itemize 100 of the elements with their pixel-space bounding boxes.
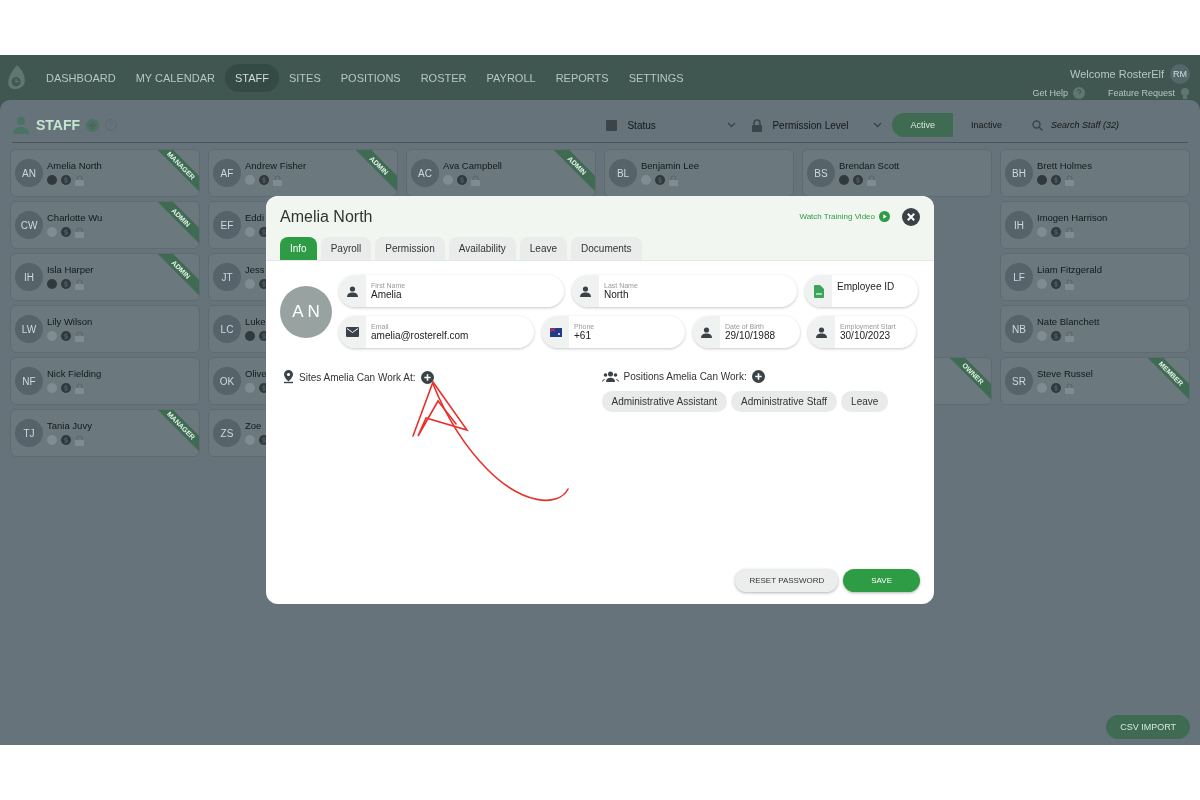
play-icon[interactable] bbox=[879, 211, 890, 222]
search-field[interactable]: Search Staff (32) bbox=[1051, 115, 1182, 135]
nav-item[interactable]: POSITIONS bbox=[330, 63, 411, 92]
dialog-title: Amelia North bbox=[280, 207, 374, 226]
status-toggle-option[interactable]: Inactive bbox=[952, 113, 1020, 137]
position-chip[interactable]: Leave bbox=[841, 391, 889, 412]
staff-avatar: CW bbox=[15, 211, 43, 239]
lightbulb-icon[interactable] bbox=[1180, 86, 1190, 100]
dollar-icon bbox=[61, 383, 71, 393]
lock-icon bbox=[75, 435, 84, 446]
nav-item[interactable]: ROSTER bbox=[410, 63, 477, 92]
staff-avatar: NF bbox=[15, 367, 43, 395]
staff-name: Imogen Harrison bbox=[1037, 212, 1108, 223]
filter-dropdown[interactable]: Status bbox=[600, 113, 741, 137]
save-button[interactable]: SAVE bbox=[843, 569, 920, 592]
dialog-tab[interactable]: Leave bbox=[519, 237, 568, 260]
staff-card[interactable]: NF Nick Fielding bbox=[10, 357, 200, 405]
staff-name: Jess bbox=[245, 264, 266, 275]
staff-name: Liam Fitzgerald bbox=[1037, 264, 1102, 275]
lock-icon bbox=[1065, 175, 1074, 186]
status-toggle-option[interactable]: Active bbox=[892, 113, 953, 137]
dialog-tab[interactable]: Info bbox=[280, 237, 317, 260]
nav-item[interactable]: STAFF bbox=[224, 63, 279, 92]
nav-item[interactable]: MY CALENDAR bbox=[125, 63, 225, 92]
dollar-icon bbox=[259, 175, 269, 185]
csv-import-button[interactable]: CSV IMPORT bbox=[1106, 715, 1190, 739]
logo-icon bbox=[6, 63, 28, 92]
position-chip[interactable]: Administrative Assistant bbox=[601, 391, 728, 412]
nav-item[interactable]: SITES bbox=[278, 63, 331, 92]
person-icon bbox=[816, 326, 827, 338]
staff-avatar: AC bbox=[411, 159, 439, 187]
help-icon[interactable] bbox=[1072, 87, 1085, 99]
staff-name: Nick Fielding bbox=[47, 368, 102, 379]
person-icon bbox=[347, 285, 358, 297]
staff-card[interactable]: BL Benjamin Lee bbox=[604, 149, 794, 197]
staff-name: Isla Harper bbox=[47, 264, 94, 275]
staff-avatar: TJ bbox=[15, 419, 43, 447]
add-icon[interactable] bbox=[420, 370, 434, 384]
staff-card[interactable]: IH Imogen Harrison bbox=[1000, 201, 1190, 249]
staff-avatar: AN bbox=[15, 159, 43, 187]
envelope-icon bbox=[346, 327, 359, 337]
staff-avatar: NB bbox=[1005, 315, 1033, 343]
dollar-icon bbox=[61, 175, 71, 185]
staff-avatar: IH bbox=[1005, 211, 1033, 239]
staff-name: Tania Juvy bbox=[47, 420, 92, 431]
dollar-icon bbox=[1051, 331, 1061, 341]
dialog-tab[interactable]: Permission bbox=[375, 237, 445, 260]
reset-password-button[interactable]: RESET PASSWORD bbox=[735, 569, 839, 592]
help-link[interactable]: Get Help bbox=[1032, 88, 1068, 98]
lock-icon bbox=[1065, 279, 1074, 290]
lock-icon bbox=[1065, 331, 1074, 342]
training-video-link[interactable]: Watch Training Video bbox=[799, 212, 875, 221]
position-chip[interactable]: Administrative Staff bbox=[731, 391, 838, 412]
staff-name: Zoe bbox=[245, 420, 263, 431]
staff-name: Brendan Scott bbox=[839, 160, 900, 171]
chevron-down-icon bbox=[727, 122, 737, 128]
staff-card[interactable]: BH Brett Holmes bbox=[1000, 149, 1190, 197]
staff-avatar: LC bbox=[213, 315, 241, 343]
dollar-icon bbox=[655, 175, 665, 185]
staff-avatar: JT bbox=[213, 263, 241, 291]
staff-card[interactable]: LF Liam Fitzgerald bbox=[1000, 253, 1190, 301]
person-icon bbox=[701, 326, 712, 338]
staff-card[interactable]: NB Nate Blanchett bbox=[1000, 305, 1190, 353]
staff-name: Eddi bbox=[245, 212, 265, 223]
lock-icon bbox=[75, 331, 84, 342]
staff-avatar: AF bbox=[213, 159, 241, 187]
staff-avatar: BS bbox=[807, 159, 835, 187]
dollar-icon bbox=[1051, 227, 1061, 237]
dollar-icon bbox=[61, 435, 71, 445]
nav-item[interactable]: REPORTS bbox=[545, 63, 619, 92]
dialog-tab[interactable]: Payroll bbox=[320, 237, 372, 260]
person-icon bbox=[580, 285, 591, 297]
staff-name: Nate Blanchett bbox=[1037, 316, 1100, 327]
nav-item[interactable]: PAYROLL bbox=[476, 63, 546, 92]
page-title: STAFF bbox=[36, 117, 81, 133]
feature-request-link[interactable]: Feature Request bbox=[1107, 88, 1175, 98]
nav-item[interactable]: DASHBOARD bbox=[36, 63, 126, 92]
dialog-tab[interactable]: Availability bbox=[448, 237, 516, 260]
staff-name: Brett Holmes bbox=[1037, 160, 1092, 171]
dialog-tab[interactable]: Documents bbox=[571, 237, 642, 260]
sites-label: Sites Amelia Can Work At: bbox=[299, 371, 416, 383]
employee-id-field[interactable]: Employee ID bbox=[832, 275, 918, 307]
staff-avatar: BH bbox=[1005, 159, 1033, 187]
staff-avatar: BL bbox=[609, 159, 637, 187]
add-icon[interactable] bbox=[751, 370, 765, 383]
dollar-icon bbox=[61, 227, 71, 237]
nav-item[interactable]: SETTINGS bbox=[618, 63, 694, 92]
filter-dropdown[interactable]: Permission Level bbox=[746, 113, 887, 137]
dollar-icon bbox=[1051, 175, 1061, 185]
close-icon[interactable] bbox=[902, 207, 920, 226]
user-avatar[interactable]: RM bbox=[1170, 63, 1190, 84]
staff-name: Olive bbox=[245, 368, 268, 379]
positions-label: Positions Amelia Can Work: bbox=[623, 371, 747, 382]
document-icon bbox=[813, 284, 824, 298]
staff-avatar: IH bbox=[15, 263, 43, 291]
dollar-icon bbox=[457, 175, 467, 185]
staff-card[interactable]: BS Brendan Scott bbox=[802, 149, 992, 197]
staff-avatar: SR bbox=[1005, 367, 1033, 395]
staff-name: Andrew Fisher bbox=[245, 160, 307, 171]
staff-card[interactable]: LW Lily Wilson bbox=[10, 305, 200, 353]
